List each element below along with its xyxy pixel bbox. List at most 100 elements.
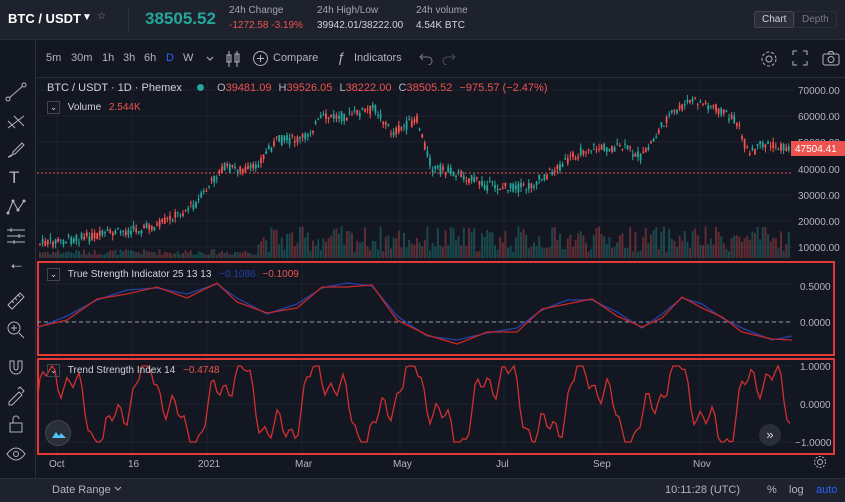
candle-body: [683, 104, 686, 106]
candle-body: [455, 176, 457, 178]
candle-body: [104, 231, 106, 234]
camera-icon[interactable]: [822, 50, 840, 69]
candle-body: [384, 122, 387, 125]
candle-body: [161, 219, 164, 223]
collapse-icon[interactable]: ⌄: [47, 101, 60, 114]
timeframe-30m[interactable]: 30m: [71, 52, 92, 64]
text-tool-icon[interactable]: T: [5, 168, 29, 188]
candle-body: [605, 147, 608, 152]
log-toggle[interactable]: log: [789, 484, 804, 496]
volume-bar: [535, 245, 538, 258]
chart-area[interactable]: 70000.00 60000.00 50000.00 40000.00 3000…: [36, 78, 845, 478]
auto-toggle[interactable]: auto: [816, 484, 837, 496]
chevron-down-icon[interactable]: [113, 484, 123, 497]
eye-icon[interactable]: [5, 444, 29, 464]
price-axis[interactable]: 70000.00 60000.00 50000.00 40000.00 3000…: [798, 86, 840, 254]
lock-drawing-icon[interactable]: [5, 386, 29, 406]
volume-bar: [468, 227, 470, 258]
collapse-icon[interactable]: ⌄: [47, 364, 60, 377]
volume-bar: [265, 240, 268, 258]
chevron-down-icon[interactable]: [205, 53, 215, 67]
volume-bar: [457, 236, 460, 258]
caret-down-icon[interactable]: ▼: [82, 12, 92, 23]
candle-body: [57, 238, 60, 242]
volume-bar: [634, 232, 637, 258]
undo-icon[interactable]: [419, 51, 433, 68]
tsi-signal-line: [36, 282, 793, 345]
volume-bar: [546, 247, 548, 258]
volume-bar: [41, 252, 44, 258]
indicators-icon[interactable]: ƒ: [337, 49, 345, 65]
change-label: 24h Change: [229, 5, 284, 16]
volume-bar: [189, 250, 192, 258]
candle-body: [278, 135, 281, 142]
magnet-icon[interactable]: [5, 358, 29, 378]
volume-bar: [299, 227, 301, 258]
timeframe-6h[interactable]: 6h: [144, 52, 156, 64]
collapse-icon[interactable]: ⌄: [47, 268, 60, 281]
candle-body: [231, 165, 234, 167]
scroll-to-realtime-icon[interactable]: »: [759, 424, 781, 446]
volume-bar: [650, 234, 652, 258]
zoom-in-icon[interactable]: [5, 319, 29, 339]
add-compare-icon[interactable]: [252, 50, 269, 70]
fullscreen-icon[interactable]: [792, 50, 808, 69]
lock-icon[interactable]: [5, 414, 29, 434]
candle-body: [171, 220, 174, 222]
candle-body: [436, 166, 439, 168]
settings-gear-icon[interactable]: [760, 50, 778, 71]
candle-body: [143, 225, 145, 229]
volume-bar: [444, 230, 447, 258]
candle-style-icon[interactable]: [225, 50, 241, 71]
chart-tab[interactable]: Chart: [754, 11, 795, 28]
candle-body: [530, 183, 533, 189]
candle-body: [421, 134, 424, 138]
brush-icon[interactable]: [5, 140, 29, 160]
price-tick: 30000.00: [798, 191, 840, 202]
ruler-icon[interactable]: [5, 290, 29, 310]
candle-body: [553, 170, 556, 173]
trendline-icon[interactable]: [5, 82, 29, 102]
volume-bar: [421, 246, 424, 258]
volume-bar: [39, 252, 41, 258]
volume-bar: [668, 229, 671, 258]
time-tick: Jul: [496, 459, 509, 470]
timeframe-5m[interactable]: 5m: [46, 52, 61, 64]
volume-bar: [741, 241, 743, 258]
candle-body: [150, 225, 153, 231]
timeframe-w[interactable]: W: [183, 52, 193, 64]
timeframe-3h[interactable]: 3h: [123, 52, 135, 64]
volume-bar: [530, 246, 533, 258]
volume-bar: [517, 226, 520, 258]
pattern-icon[interactable]: [5, 197, 29, 217]
candle-body: [192, 204, 195, 210]
indicators-button[interactable]: Indicators: [354, 52, 402, 64]
volume-bar: [637, 251, 639, 258]
depth-tab[interactable]: Depth: [794, 11, 837, 28]
candle-body: [652, 138, 655, 142]
candle-body: [642, 151, 645, 154]
volume-bar: [288, 233, 291, 258]
timeframe-d[interactable]: D: [166, 52, 174, 64]
volume-bar: [774, 238, 777, 258]
timeframe-1h[interactable]: 1h: [102, 52, 114, 64]
candle-body: [65, 241, 67, 243]
date-range-button[interactable]: Date Range: [52, 484, 111, 496]
volume-bar: [592, 235, 595, 258]
volume-bar: [715, 226, 717, 258]
candle-body: [577, 156, 580, 159]
candle-body: [434, 165, 437, 169]
percent-toggle[interactable]: %: [767, 484, 777, 496]
redo-icon[interactable]: [442, 51, 456, 68]
back-arrow-icon[interactable]: ←: [5, 254, 29, 274]
tsi-signal-legend-value: −0.1009: [262, 269, 299, 280]
utc-clock[interactable]: 10:11:28 (UTC): [665, 484, 740, 496]
compare-button[interactable]: Compare: [273, 52, 318, 64]
axis-settings-icon[interactable]: [813, 455, 827, 469]
candle-body: [444, 172, 447, 176]
candle-body: [626, 145, 629, 150]
fib-tool-icon[interactable]: [5, 112, 29, 132]
prediction-icon[interactable]: [5, 226, 29, 246]
favorite-icon[interactable]: ☆: [97, 11, 106, 22]
pair-selector[interactable]: BTC / USDT: [8, 11, 81, 26]
